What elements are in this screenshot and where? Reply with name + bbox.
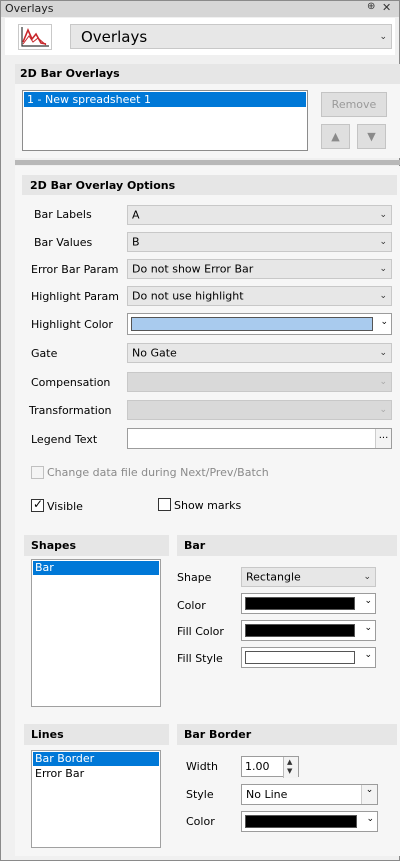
compensation-label: Compensation: [31, 376, 111, 389]
change-data-file-label: Change data file during Next/Prev/Batch: [47, 466, 269, 479]
spin-down-icon[interactable]: ▼: [287, 767, 292, 775]
list-item[interactable]: Bar: [33, 561, 159, 575]
error-bar-param-dropdown[interactable]: Do not show Error Bar ⌄: [127, 259, 392, 279]
pin-icon[interactable]: ⊕: [367, 1, 375, 12]
border-color-swatch: [245, 815, 357, 828]
arrow-down-icon: ▼: [367, 130, 376, 143]
shapes-list[interactable]: Bar: [31, 559, 161, 707]
change-data-file-checkbox[interactable]: [31, 466, 44, 479]
chevron-down-icon: ⌄: [379, 348, 387, 358]
fill-style-swatch: [245, 651, 355, 664]
transformation-dropdown[interactable]: ⌄: [127, 400, 392, 420]
chevron-down-icon: ⌄: [379, 237, 387, 247]
error-bar-param-label: Error Bar Param: [31, 263, 119, 276]
view-dropdown-value: Overlays: [81, 27, 148, 46]
gate-label: Gate: [31, 347, 58, 360]
lines-title: Lines: [31, 728, 64, 741]
chevron-down-icon: ⌄: [379, 291, 387, 301]
shape-dropdown[interactable]: Rectangle ⌄: [241, 567, 376, 587]
width-value: 1.00: [245, 760, 270, 773]
width-stepper[interactable]: 1.00 ▲ ▼: [241, 756, 299, 778]
view-dropdown[interactable]: Overlays ⌄: [70, 24, 392, 49]
arrow-up-icon: ▲: [331, 130, 340, 143]
shape-label: Shape: [177, 571, 212, 584]
width-label: Width: [186, 760, 218, 773]
bar-values-label: Bar Values: [34, 236, 93, 249]
highlight-color-picker[interactable]: ⌄: [127, 313, 392, 335]
fill-color-label: Fill Color: [177, 625, 224, 638]
style-dropdown[interactable]: No Line ⌄: [241, 784, 378, 805]
show-marks-label: Show marks: [174, 499, 242, 512]
error-bar-param-value: Do not show Error Bar: [132, 262, 254, 276]
gate-dropdown[interactable]: No Gate ⌄: [127, 343, 392, 363]
window-title: Overlays: [5, 2, 54, 15]
chevron-down-icon: ⌄: [379, 405, 387, 415]
transformation-label: Transformation: [29, 404, 112, 417]
visible-checkbox[interactable]: ✓: [31, 497, 44, 512]
highlight-param-label: Highlight Param: [31, 290, 120, 303]
bar-header-band: [177, 535, 397, 556]
list-item[interactable]: 1 - New spreadsheet 1: [24, 92, 306, 107]
bar-border-title: Bar Border: [184, 728, 252, 741]
style-value: No Line: [246, 788, 288, 801]
chevron-down-icon: ⌄: [379, 210, 387, 220]
border-color-label: Color: [186, 815, 215, 828]
close-icon[interactable]: ✕: [382, 1, 391, 14]
border-color-picker[interactable]: ⌄: [241, 811, 378, 832]
style-label: Style: [186, 788, 214, 801]
chevron-down-icon: ⌄: [379, 264, 387, 274]
divider: [15, 160, 400, 165]
show-marks-checkbox[interactable]: [158, 498, 171, 511]
checkmark-icon: ✓: [33, 497, 44, 511]
remove-button[interactable]: Remove: [321, 92, 387, 117]
fill-color-swatch: [245, 624, 355, 637]
bar-title: Bar: [184, 539, 206, 552]
browse-button[interactable]: ...: [375, 429, 391, 448]
list-item[interactable]: Bar Border: [33, 752, 159, 766]
spinner-arrows[interactable]: ▲ ▼: [283, 757, 298, 778]
chevron-down-icon: ⌄: [363, 572, 371, 582]
overlay-list[interactable]: 1 - New spreadsheet 1: [22, 90, 308, 151]
bar-color-swatch: [245, 597, 355, 610]
fill-style-label: Fill Style: [177, 652, 223, 665]
chevron-down-icon: ⌄: [364, 623, 372, 633]
spin-up-icon[interactable]: ▲: [287, 758, 292, 766]
highlight-color-label: Highlight Color: [31, 318, 113, 331]
bar-overlays-title: 2D Bar Overlays: [20, 67, 120, 80]
shape-value: Rectangle: [246, 570, 301, 584]
move-up-button[interactable]: ▲: [321, 124, 350, 149]
chevron-down-icon: ⌄: [380, 317, 388, 327]
compensation-dropdown[interactable]: ⌄: [127, 372, 392, 392]
chevron-down-icon: ⌄: [361, 785, 377, 804]
legend-text-label: Legend Text: [31, 433, 98, 446]
highlight-param-value: Do not use highlight: [132, 289, 244, 303]
overlay-chart-icon: [18, 24, 52, 50]
move-down-button[interactable]: ▼: [357, 124, 386, 149]
chevron-down-icon: ⌄: [364, 650, 372, 660]
fill-style-picker[interactable]: ⌄: [241, 647, 376, 668]
chevron-down-icon: ⌄: [366, 814, 374, 824]
legend-text-input[interactable]: ...: [127, 428, 392, 449]
shapes-title: Shapes: [31, 539, 77, 552]
bar-labels-dropdown[interactable]: A ⌄: [127, 205, 392, 225]
lines-list[interactable]: Bar Border Error Bar: [31, 750, 161, 848]
bar-color-label: Color: [177, 599, 206, 612]
highlight-color-swatch: [131, 317, 373, 331]
bar-labels-label: Bar Labels: [34, 208, 92, 221]
chevron-down-icon: ⌄: [364, 596, 372, 606]
fill-color-picker[interactable]: ⌄: [241, 620, 376, 641]
list-item[interactable]: Error Bar: [33, 767, 159, 781]
highlight-param-dropdown[interactable]: Do not use highlight ⌄: [127, 286, 392, 306]
bar-labels-value: A: [132, 208, 140, 222]
options-title: 2D Bar Overlay Options: [30, 179, 176, 192]
bar-values-value: B: [132, 235, 140, 249]
title-bar: Overlays ⊕ ✕: [1, 1, 399, 17]
chevron-down-icon: ⌄: [379, 31, 387, 42]
gate-value: No Gate: [132, 346, 177, 360]
visible-label: Visible: [47, 500, 83, 513]
bar-color-picker[interactable]: ⌄: [241, 593, 376, 614]
bar-values-dropdown[interactable]: B ⌄: [127, 232, 392, 252]
chevron-down-icon: ⌄: [379, 377, 387, 387]
